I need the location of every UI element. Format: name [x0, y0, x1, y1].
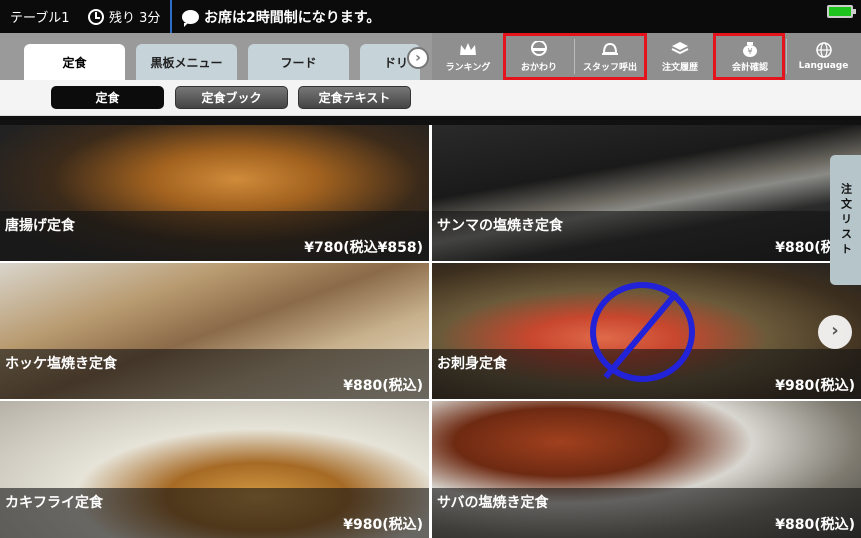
- order-list-tab[interactable]: 注文リスト: [830, 155, 861, 285]
- highlight-box-refill-staff: [503, 33, 647, 80]
- menu-grid: 唐揚げ定食 ¥780(税込¥858) サンマの塩焼き定食 ¥880(税込) ホッ…: [0, 125, 861, 538]
- menu-item-kaki-fry[interactable]: カキフライ定食 ¥980(税込): [0, 401, 429, 538]
- subtab-book[interactable]: 定食ブック: [175, 86, 288, 109]
- order-history-button[interactable]: 注文履歴: [646, 33, 715, 80]
- top-bar: テーブル1 残り 3分 お席は2時間制になります。: [0, 0, 861, 33]
- battery-icon: [827, 5, 856, 18]
- tabs-next-button[interactable]: ›: [407, 47, 429, 69]
- menu-item-hokke[interactable]: ホッケ塩焼き定食 ¥880(税込): [0, 263, 429, 399]
- menu-item-karaage[interactable]: 唐揚げ定食 ¥780(税込¥858): [0, 125, 429, 261]
- notice: お席は2時間制になります。: [172, 7, 380, 27]
- menu-item-sanma[interactable]: サンマの塩焼き定食 ¥880(税込): [432, 125, 861, 261]
- table-label: テーブル1: [10, 11, 70, 26]
- crown-icon: [460, 42, 476, 55]
- menu-item-saba[interactable]: サバの塩焼き定食 ¥880(税込): [432, 401, 861, 538]
- clock-icon: [88, 8, 104, 25]
- sub-tabs: 定食 定食ブック 定食テキスト: [0, 80, 861, 116]
- globe-icon: [815, 42, 832, 58]
- tab-teishoku[interactable]: 定食: [24, 44, 125, 80]
- remaining-time: 残り 3分: [84, 7, 170, 26]
- highlight-box-check-bill: [713, 33, 785, 80]
- tab-blackboard[interactable]: 黒板メニュー: [136, 44, 237, 80]
- speech-bubble-icon: [182, 9, 199, 27]
- subtab-text[interactable]: 定食テキスト: [298, 86, 411, 109]
- prohibited-marker: [590, 282, 695, 382]
- history-icon: [671, 41, 689, 54]
- tab-food[interactable]: フード: [248, 44, 349, 80]
- language-button[interactable]: Language: [786, 33, 861, 80]
- remaining-text: 残り 3分: [109, 11, 161, 26]
- subtab-teishoku[interactable]: 定食: [51, 86, 164, 109]
- next-page-button[interactable]: ›: [818, 315, 852, 349]
- ranking-button[interactable]: ランキング: [432, 33, 505, 80]
- notice-text: お席は2時間制になります。: [204, 9, 381, 26]
